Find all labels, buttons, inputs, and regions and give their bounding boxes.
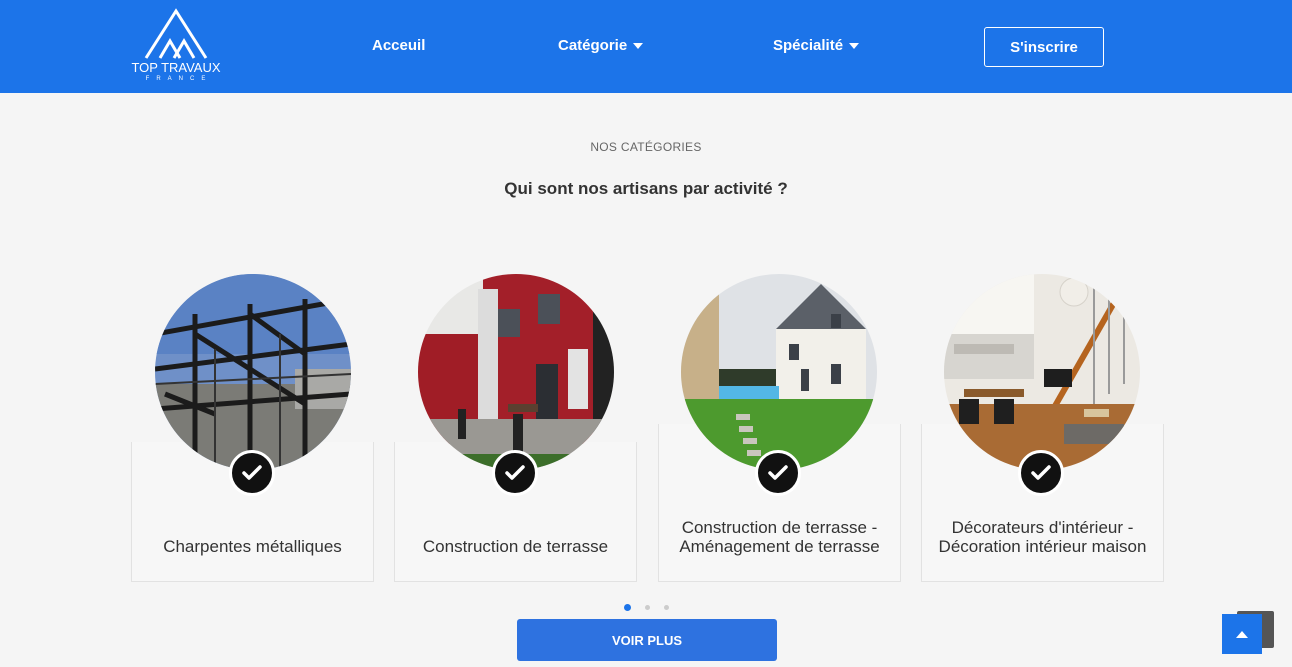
arrow-up-icon [1236,630,1248,638]
see-more-button[interactable]: VOIR PLUS [517,619,777,661]
category-image-interior[interactable] [944,274,1140,470]
check-icon [492,450,538,496]
brand-name: TOP TRAVAUX [131,60,221,75]
nav-specialty-dropdown[interactable]: Spécialité [773,37,860,54]
check-icon [1018,450,1064,496]
category-label: Décorateurs d'intérieur - Décoration int… [938,518,1147,556]
brand-logo[interactable]: TOP TRAVAUX FRANCE [128,8,224,90]
category-image-steel-frame[interactable] [155,274,351,470]
nav-home-link[interactable]: Acceuil [372,37,425,54]
check-icon [229,450,275,496]
mountain-logo-icon [144,8,208,59]
category-image-terrace-red-house[interactable] [418,274,614,470]
carousel-dot-3[interactable] [664,605,669,610]
category-label: Charpentes métalliques [163,537,342,556]
category-label: Construction de terrasse [422,537,609,556]
carousel-dot-2[interactable] [645,605,650,610]
category-label: Construction de terrasse - Aménagement d… [679,518,880,556]
section-eyebrow: NOS CATÉGORIES [590,140,702,154]
signup-button[interactable]: S'inscrire [984,27,1104,67]
top-navbar: TOP TRAVAUX FRANCE Acceuil Catégorie Spé… [0,0,1292,93]
nav-category-label: Catégorie [558,37,628,54]
carousel-dot-1[interactable] [624,604,631,611]
nav-home-label: Acceuil [372,37,426,54]
nav-category-dropdown[interactable]: Catégorie [558,37,644,54]
category-image-pool-house[interactable] [681,274,877,470]
brand-country: FRANCE [145,76,213,82]
check-icon [755,450,801,496]
scroll-to-top-button[interactable] [1222,614,1262,654]
chevron-down-icon [633,42,644,49]
carousel-pagination [624,604,669,611]
chevron-down-icon [849,42,860,49]
nav-specialty-label: Spécialité [773,37,844,54]
section-heading: Qui sont nos artisans par activité ? [504,179,788,198]
